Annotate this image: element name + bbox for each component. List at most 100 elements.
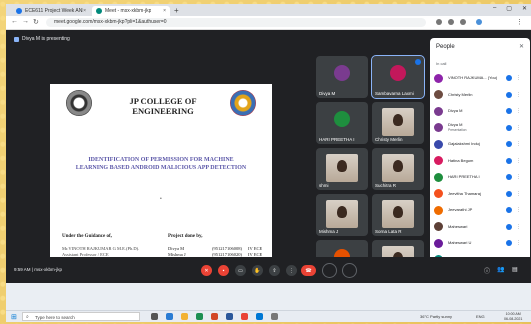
people-icon[interactable]: 👥: [497, 266, 504, 273]
reload-icon[interactable]: ↻: [33, 18, 39, 26]
more-options-icon[interactable]: ⋮: [516, 158, 521, 164]
more-options-icon[interactable]: ⋮: [516, 92, 521, 98]
browser-tab-bar: ECE611 Project Week AND SHEET × Meet - m…: [6, 4, 531, 16]
video-feed: [326, 200, 358, 228]
camera-off-button[interactable]: ▪: [218, 265, 229, 276]
participant-tile[interactable]: Christy Merlin: [372, 102, 424, 144]
avatar: [434, 106, 443, 116]
mic-status-icon: [506, 157, 512, 164]
menu-icon[interactable]: ⋮: [516, 18, 523, 26]
college-name: JP COLLEGE OF ENGINEERING: [129, 96, 197, 116]
participant-tile[interactable]: shmi: [316, 148, 368, 190]
profile-avatar[interactable]: [476, 19, 482, 25]
more-options-button[interactable]: ⋮: [286, 265, 297, 276]
participant-row[interactable]: Jeevarathi JP ⋮: [434, 202, 528, 219]
participant-name: Divya M: [448, 109, 463, 113]
chrome-icon[interactable]: [241, 313, 248, 320]
avatar: [434, 139, 443, 149]
participant-info: Jeevarathi JP: [448, 208, 506, 213]
word-icon[interactable]: [226, 313, 233, 320]
more-options-icon[interactable]: ⋮: [516, 224, 521, 230]
participant-row[interactable]: Hatina Begum ⋮: [434, 153, 528, 170]
task-view-icon[interactable]: [151, 313, 158, 320]
address-bar[interactable]: meet.google.com/msx-xkbm-jkp?pli=1&authu…: [46, 18, 426, 27]
minimize-icon[interactable]: –: [493, 5, 496, 12]
close-icon[interactable]: ✕: [519, 43, 524, 50]
mic-status-icon: [506, 108, 512, 115]
chat-icon[interactable]: ▤: [512, 266, 518, 273]
close-window-icon[interactable]: ✕: [522, 5, 527, 12]
more-options-icon[interactable]: ⋮: [516, 75, 521, 81]
excel-icon[interactable]: [196, 313, 203, 320]
browser-toolbar: ← → ↻ meet.google.com/msx-xkbm-jkp?pli=1…: [6, 16, 531, 30]
participant-row[interactable]: Maheswari U ⋮: [434, 235, 528, 252]
avatar: [434, 238, 443, 248]
participant-row[interactable]: Divya M Presentation ⋮: [434, 120, 528, 137]
avatar: [434, 156, 443, 166]
tab-project-sheet[interactable]: ECE611 Project Week AND SHEET ×: [12, 6, 90, 16]
meeting-clock: 9:59 AM | msx-xkbm-jkp: [14, 267, 62, 272]
more-options-icon[interactable]: ⋮: [516, 207, 521, 213]
more-options-icon[interactable]: ⋮: [516, 191, 521, 197]
file-explorer-icon[interactable]: [181, 313, 188, 320]
participant-tile[interactable]: Sorna Lata R: [372, 194, 424, 236]
extension-icon[interactable]: [448, 19, 454, 25]
edge-icon[interactable]: [166, 313, 173, 320]
new-tab-icon[interactable]: +: [174, 6, 179, 15]
avatar: [334, 110, 350, 127]
maximize-icon[interactable]: ▢: [506, 5, 512, 12]
captions-button[interactable]: ▭: [235, 265, 246, 276]
store-icon[interactable]: [256, 313, 263, 320]
participant-row[interactable]: Christy Merlin ⋮: [434, 87, 528, 104]
app-icon[interactable]: [271, 313, 278, 320]
participant-row[interactable]: Divya M ⋮: [434, 103, 528, 120]
participant-row[interactable]: HARI PREETHA I ⋮: [434, 169, 528, 186]
present-button[interactable]: ⇧: [269, 265, 280, 276]
windows-start-icon[interactable]: ⊞: [11, 313, 17, 321]
extension-icon[interactable]: [436, 19, 442, 25]
guide-name: Mr.VINOTH RAJKUMAR G M.E.(Ph.D).: [62, 246, 140, 251]
avatar: [434, 205, 443, 215]
more-options-icon[interactable]: ⋮: [516, 174, 521, 180]
more-options-icon[interactable]: ⋮: [516, 125, 521, 131]
close-icon[interactable]: ×: [83, 8, 86, 14]
taskbar-clock[interactable]: 10:00 AM 06-08-2021: [504, 312, 522, 321]
participant-name: Jeevitha Thamaraj: [448, 191, 481, 196]
mic-status-icon: [506, 174, 512, 181]
participant-row[interactable]: Jeevitha Thamaraj ⋮: [434, 186, 528, 203]
participant-tile[interactable]: Suchitra R: [372, 148, 424, 190]
language-indicator[interactable]: ENG: [476, 312, 485, 321]
participant-row[interactable]: VINOTH RAJKUMA... (You) ⋮: [434, 70, 528, 87]
back-icon[interactable]: ←: [11, 18, 18, 25]
participant-tile[interactable]: Sambavarna Laxmi: [371, 55, 425, 99]
participant-name: Jeevarathi JP: [448, 208, 473, 212]
raise-hand-button[interactable]: ✋: [252, 265, 263, 276]
more-options-icon[interactable]: ⋮: [516, 141, 521, 147]
info-icon[interactable]: ⓘ: [484, 266, 490, 275]
mic-off-button[interactable]: ✕: [201, 265, 212, 276]
participant-tile[interactable]: Mishma J: [316, 194, 368, 236]
tab-meet[interactable]: Meet - msx-xkbm-jkp ×: [92, 6, 170, 16]
participant-name: VINOTH RAJKUMA... (You): [448, 76, 498, 80]
extension-icon[interactable]: [460, 19, 466, 25]
taskbar-search-input[interactable]: ⌕ Type here to search: [22, 312, 140, 321]
clock-time: 9:59 AM: [14, 267, 31, 272]
more-options-icon[interactable]: ⋮: [516, 240, 521, 246]
powerpoint-icon[interactable]: [211, 313, 218, 320]
participant-tile[interactable]: HARI PREETHA I: [316, 102, 368, 144]
forward-icon[interactable]: →: [22, 18, 29, 25]
more-options-icon[interactable]: ⋮: [516, 108, 521, 114]
participant-info: Maheswari: [448, 225, 506, 230]
close-icon[interactable]: ×: [163, 8, 166, 14]
participant-row[interactable]: Maheswari ⋮: [434, 219, 528, 236]
participant-name: Maheswari U: [448, 241, 472, 245]
presenting-label: Divya M is presenting: [22, 36, 70, 42]
participant-tile[interactable]: Divya M: [316, 56, 368, 98]
participant-info: VINOTH RAJKUMA... (You): [448, 76, 506, 81]
slide-bullet: •: [160, 196, 162, 202]
weather-widget[interactable]: 36°C Partly sunny: [420, 312, 452, 321]
presenter-banner: Divya M is presenting: [14, 36, 70, 42]
participant-info: Gajalakshmi Induj: [448, 142, 506, 147]
participant-row[interactable]: Gajalakshmi Induj ⋮: [434, 136, 528, 153]
end-call-button[interactable]: ☎: [301, 265, 316, 276]
